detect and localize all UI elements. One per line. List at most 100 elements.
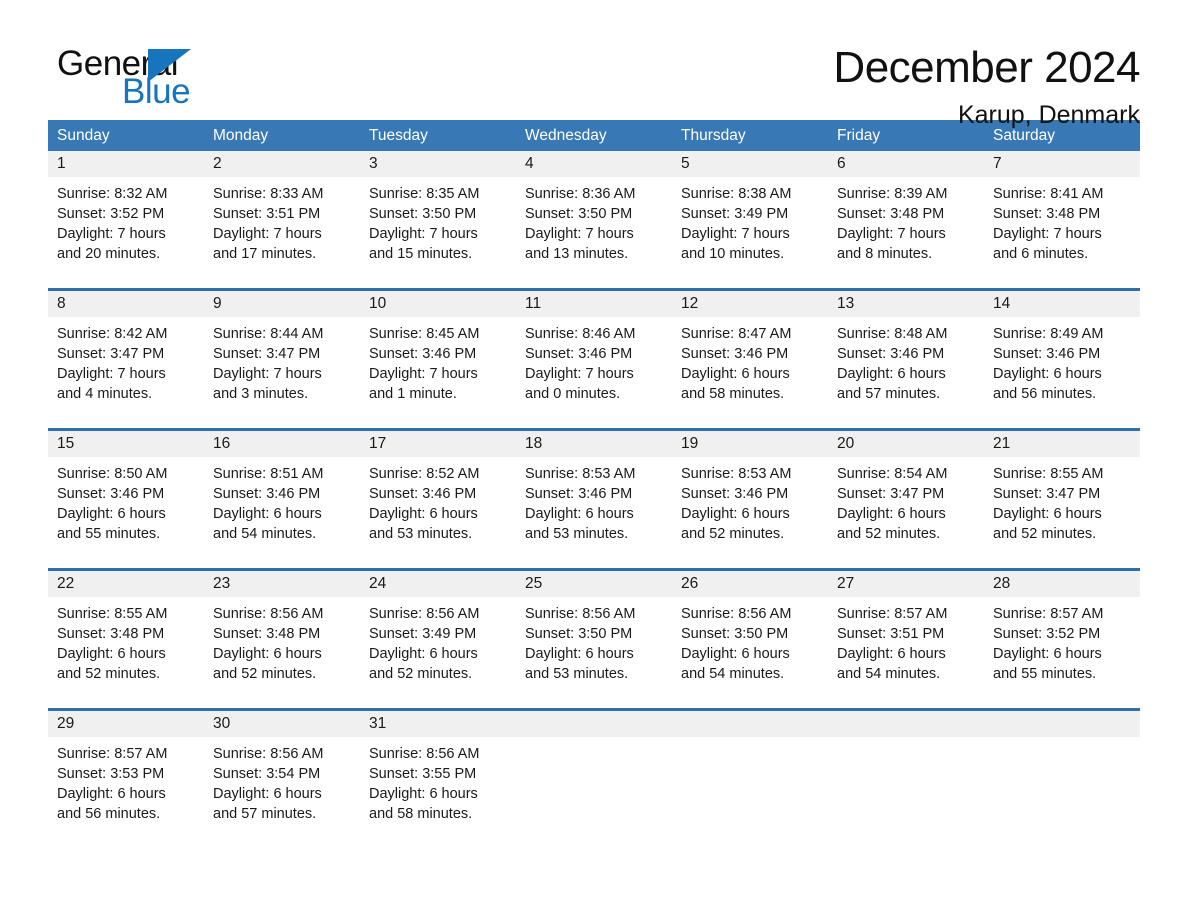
day-number[interactable]: 12 (672, 291, 828, 317)
day-cell[interactable]: Sunrise: 8:54 AM Sunset: 3:47 PM Daylight:… (828, 464, 984, 558)
day-sunset-text: Sunset: 3:48 PM (993, 206, 1101, 222)
week-daynumber-band: 22 23 24 25 26 27 28 (48, 571, 1140, 597)
day-cell[interactable]: Sunrise: 8:52 AM Sunset: 3:46 PM Daylight:… (360, 464, 516, 558)
day-daylight-line-text: and 52 minutes. (369, 666, 473, 682)
day-cell[interactable]: Sunrise: 8:56 AM Sunset: 3:50 PM Daylight:… (672, 604, 828, 698)
day-number[interactable]: 3 (360, 151, 516, 177)
day-number[interactable]: 4 (516, 151, 672, 177)
day-number[interactable]: 9 (204, 291, 360, 317)
day-cell[interactable]: Sunrise: 8:32 AM Sunset: 3:52 PM Daylight:… (48, 184, 204, 278)
day-number[interactable]: 24 (360, 571, 516, 597)
day-number[interactable]: 8 (48, 291, 204, 317)
week-details-band: Sunrise: 8:32 AM Sunset: 3:52 PM Daylight:… (48, 177, 1140, 278)
day-number[interactable]: 16 (204, 431, 360, 457)
day-cell[interactable]: Sunrise: 8:56 AM Sunset: 3:49 PM Daylight:… (360, 604, 516, 698)
day-sunrise-text: Sunrise: 8:55 AM (993, 466, 1104, 482)
day-number[interactable]: 15 (48, 431, 204, 457)
day-number[interactable]: 26 (672, 571, 828, 597)
day-daylight-line-text: and 52 minutes. (57, 666, 161, 682)
day-number[interactable]: 31 (360, 711, 516, 737)
day-cell[interactable]: Sunrise: 8:47 AM Sunset: 3:46 PM Daylight:… (672, 324, 828, 418)
day-daylight-line-text: Daylight: 7 hours (369, 366, 478, 382)
day-cell[interactable]: Sunrise: 8:45 AM Sunset: 3:46 PM Daylight:… (360, 324, 516, 418)
day-sunrise-text: Sunrise: 8:32 AM (57, 186, 168, 202)
day-sunrise-text: Sunrise: 8:41 AM (993, 186, 1104, 202)
day-cell[interactable]: Sunrise: 8:36 AM Sunset: 3:50 PM Daylight:… (516, 184, 672, 278)
day-number-empty (828, 711, 984, 737)
day-cell[interactable]: Sunrise: 8:41 AM Sunset: 3:48 PM Daylight:… (984, 184, 1140, 278)
day-daylight-line-text: Daylight: 6 hours (837, 366, 946, 382)
day-number[interactable]: 17 (360, 431, 516, 457)
day-daylight-line-text: Daylight: 7 hours (213, 226, 322, 242)
day-daylight-line-text: and 4 minutes. (57, 386, 153, 402)
day-number[interactable]: 30 (204, 711, 360, 737)
day-cell[interactable]: Sunrise: 8:57 AM Sunset: 3:53 PM Daylight:… (48, 744, 204, 838)
day-sunset-text: Sunset: 3:46 PM (993, 346, 1101, 362)
day-cell[interactable]: Sunrise: 8:56 AM Sunset: 3:50 PM Daylight:… (516, 604, 672, 698)
day-sunrise-text: Sunrise: 8:46 AM (525, 326, 636, 342)
day-number[interactable]: 10 (360, 291, 516, 317)
day-daylight-line-text: and 13 minutes. (525, 246, 629, 262)
day-daylight-line-text: Daylight: 7 hours (369, 226, 478, 242)
day-number[interactable]: 29 (48, 711, 204, 737)
day-cell[interactable]: Sunrise: 8:35 AM Sunset: 3:50 PM Daylight:… (360, 184, 516, 278)
day-cell[interactable]: Sunrise: 8:33 AM Sunset: 3:51 PM Daylight:… (204, 184, 360, 278)
day-cell[interactable]: Sunrise: 8:46 AM Sunset: 3:46 PM Daylight:… (516, 324, 672, 418)
day-number[interactable]: 19 (672, 431, 828, 457)
day-cell-empty (516, 744, 672, 838)
day-sunset-text: Sunset: 3:55 PM (369, 766, 477, 782)
day-sunrise-text: Sunrise: 8:57 AM (837, 606, 948, 622)
day-cell[interactable]: Sunrise: 8:42 AM Sunset: 3:47 PM Daylight:… (48, 324, 204, 418)
day-cell[interactable]: Sunrise: 8:56 AM Sunset: 3:55 PM Daylight:… (360, 744, 516, 838)
day-cell[interactable]: Sunrise: 8:57 AM Sunset: 3:51 PM Daylight:… (828, 604, 984, 698)
day-number[interactable]: 20 (828, 431, 984, 457)
day-cell[interactable]: Sunrise: 8:38 AM Sunset: 3:49 PM Daylight:… (672, 184, 828, 278)
day-daylight-line-text: Daylight: 6 hours (369, 506, 478, 522)
day-sunrise-text: Sunrise: 8:56 AM (525, 606, 636, 622)
weekday-header-thursday: Thursday (681, 127, 746, 144)
day-cell[interactable]: Sunrise: 8:55 AM Sunset: 3:47 PM Daylight:… (984, 464, 1140, 558)
day-number[interactable]: 21 (984, 431, 1140, 457)
day-number[interactable]: 22 (48, 571, 204, 597)
day-number[interactable]: 2 (204, 151, 360, 177)
day-number[interactable]: 1 (48, 151, 204, 177)
day-daylight-line-text: and 54 minutes. (681, 666, 785, 682)
day-number[interactable]: 13 (828, 291, 984, 317)
day-sunset-text: Sunset: 3:46 PM (57, 486, 165, 502)
day-daylight-line-text: and 1 minute. (369, 386, 457, 402)
day-cell[interactable]: Sunrise: 8:48 AM Sunset: 3:46 PM Daylight:… (828, 324, 984, 418)
day-sunrise-text: Sunrise: 8:47 AM (681, 326, 792, 342)
day-cell[interactable]: Sunrise: 8:56 AM Sunset: 3:48 PM Daylight:… (204, 604, 360, 698)
day-number[interactable]: 27 (828, 571, 984, 597)
day-number[interactable]: 25 (516, 571, 672, 597)
day-cell[interactable]: Sunrise: 8:51 AM Sunset: 3:46 PM Daylight:… (204, 464, 360, 558)
day-cell[interactable]: Sunrise: 8:55 AM Sunset: 3:48 PM Daylight:… (48, 604, 204, 698)
day-daylight-line-text: Daylight: 7 hours (525, 366, 634, 382)
day-cell[interactable]: Sunrise: 8:57 AM Sunset: 3:52 PM Daylight:… (984, 604, 1140, 698)
day-number[interactable]: 7 (984, 151, 1140, 177)
day-daylight-line-text: and 52 minutes. (213, 666, 317, 682)
day-cell[interactable]: Sunrise: 8:53 AM Sunset: 3:46 PM Daylight:… (516, 464, 672, 558)
day-number[interactable]: 6 (828, 151, 984, 177)
day-cell[interactable]: Sunrise: 8:53 AM Sunset: 3:46 PM Daylight:… (672, 464, 828, 558)
day-cell[interactable]: Sunrise: 8:50 AM Sunset: 3:46 PM Daylight:… (48, 464, 204, 558)
day-sunset-text: Sunset: 3:52 PM (993, 626, 1101, 642)
day-daylight-line-text: and 58 minutes. (681, 386, 785, 402)
calendar-week-row: 29 30 31 Sunrise: 8:57 AM Sunset: 3:53 PM Day… (48, 708, 1140, 838)
day-cell[interactable]: Sunrise: 8:44 AM Sunset: 3:47 PM Daylight:… (204, 324, 360, 418)
day-number[interactable]: 5 (672, 151, 828, 177)
day-number[interactable]: 18 (516, 431, 672, 457)
day-daylight-line-text: Daylight: 6 hours (213, 786, 322, 802)
day-number[interactable]: 14 (984, 291, 1140, 317)
day-daylight-line-text: Daylight: 6 hours (525, 506, 634, 522)
day-sunrise-text: Sunrise: 8:53 AM (525, 466, 636, 482)
day-cell[interactable]: Sunrise: 8:39 AM Sunset: 3:48 PM Daylight:… (828, 184, 984, 278)
weekday-header-row: Sunday Monday Tuesday Wednesday Thursday Frid… (48, 120, 1140, 151)
day-sunrise-text: Sunrise: 8:42 AM (57, 326, 168, 342)
day-number[interactable]: 23 (204, 571, 360, 597)
day-number[interactable]: 11 (516, 291, 672, 317)
generalblue-logo[interactable]: General Blue (48, 42, 208, 116)
day-cell[interactable]: Sunrise: 8:56 AM Sunset: 3:54 PM Daylight:… (204, 744, 360, 838)
day-cell[interactable]: Sunrise: 8:49 AM Sunset: 3:46 PM Daylight:… (984, 324, 1140, 418)
day-number[interactable]: 28 (984, 571, 1140, 597)
